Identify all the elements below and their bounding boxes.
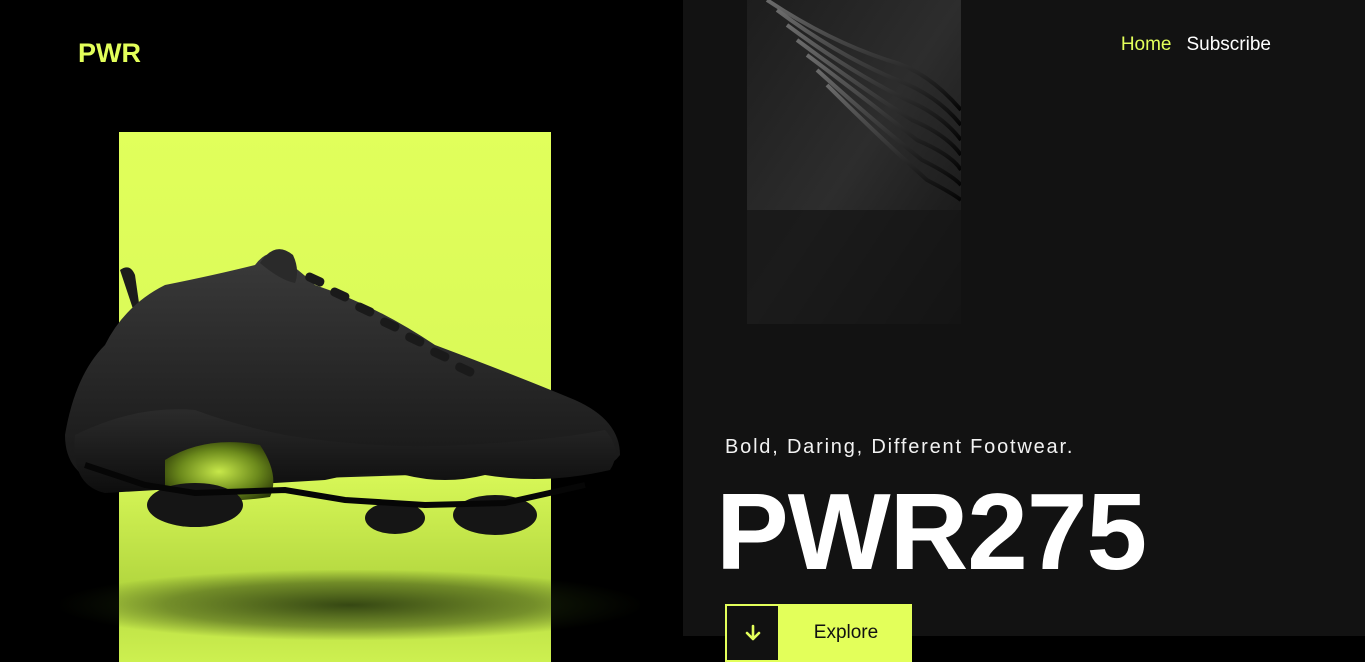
shoe-shadow bbox=[60, 570, 640, 640]
brand-logo[interactable]: PWR bbox=[78, 38, 141, 69]
product-title: PWR275 bbox=[716, 471, 1147, 593]
main-nav: Home Subscribe bbox=[1121, 34, 1271, 56]
nav-subscribe-link[interactable]: Subscribe bbox=[1187, 34, 1272, 56]
explore-button-label: Explore bbox=[813, 622, 879, 643]
texture-image bbox=[747, 0, 961, 324]
nav-home-link[interactable]: Home bbox=[1121, 34, 1172, 56]
hero-tagline: Bold, Daring, Different Footwear. bbox=[725, 436, 1075, 458]
arrow-down-icon bbox=[725, 604, 780, 662]
sneaker-image bbox=[65, 249, 620, 535]
explore-button[interactable]: Explore bbox=[725, 604, 912, 662]
